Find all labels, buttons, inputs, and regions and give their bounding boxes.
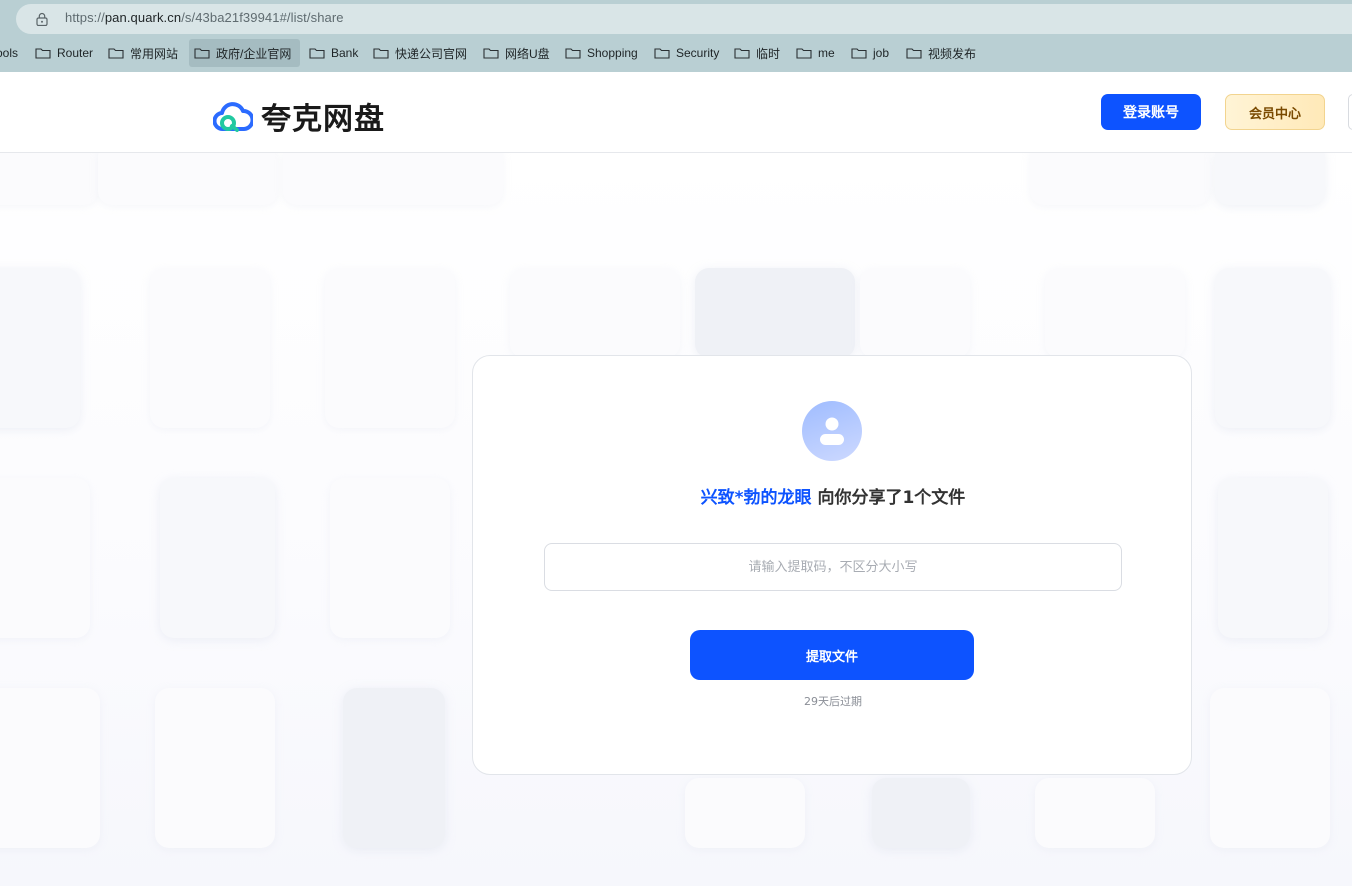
bg-tile [343, 688, 445, 848]
folder-icon [309, 48, 325, 59]
bookmark-gov-enterprise[interactable]: 政府/企业官网 [189, 39, 300, 67]
bg-tile [1035, 778, 1155, 848]
bookmark-express[interactable]: 快递公司官网 [373, 39, 467, 67]
folder-icon [194, 48, 210, 59]
bookmark-label: 临时 [756, 46, 781, 61]
bookmark-label: ools [0, 46, 19, 60]
bg-tile [155, 688, 275, 848]
bookmark-me[interactable]: me [796, 39, 835, 67]
bg-tile [160, 478, 275, 638]
share-card: 兴致*勃的龙眼 向你分享了1个文件 提取文件 29天后过期 [472, 355, 1192, 775]
bookmark-security[interactable]: Security [654, 39, 719, 67]
address-bar[interactable]: https://pan.quark.cn/s/43ba21f39941#/lis… [16, 4, 1352, 34]
vip-center-button[interactable]: 会员中心 [1225, 94, 1325, 130]
bg-tile [695, 268, 855, 358]
bookmark-netdisk[interactable]: 网络U盘 [483, 39, 550, 67]
bookmark-label: 政府/企业官网 [216, 46, 292, 61]
folder-icon [565, 48, 581, 59]
bg-tile [1210, 688, 1330, 848]
bg-tile [685, 778, 805, 848]
url-scheme: https:// [65, 10, 105, 25]
bookmark-temp[interactable]: 临时 [734, 39, 780, 67]
bg-tile [1218, 478, 1328, 638]
user-icon [820, 417, 844, 445]
bookmark-label: 常用网站 [130, 46, 179, 61]
sharer-avatar [802, 401, 862, 461]
folder-icon [35, 48, 51, 59]
bg-tile [325, 268, 455, 428]
bg-tile [150, 268, 270, 428]
extraction-code-input[interactable] [544, 543, 1122, 591]
bookmark-label: Security [676, 46, 720, 60]
header-extra-button[interactable] [1348, 94, 1352, 130]
folder-icon [483, 48, 499, 59]
bg-tile [98, 153, 278, 205]
bookmark-label: 网络U盘 [505, 46, 550, 61]
bookmark-common-sites[interactable]: 常用网站 [108, 39, 178, 67]
bookmark-video-publish[interactable]: 视频发布 [906, 39, 976, 67]
folder-icon [851, 48, 867, 59]
folder-icon [796, 48, 812, 59]
site-logo[interactable]: 夸克网盘 [213, 94, 385, 138]
bookmark-router[interactable]: Router [35, 39, 93, 67]
bookmark-label: Router [57, 46, 94, 60]
url-host: pan.quark.cn [104, 10, 182, 25]
bg-tile [510, 268, 680, 358]
bookmark-label: 视频发布 [928, 46, 977, 61]
login-button[interactable]: 登录账号 [1101, 94, 1201, 130]
site-header: 夸克网盘 登录账号 会员中心 [0, 72, 1352, 153]
bookmark-tools[interactable]: ools [0, 39, 18, 67]
bg-tile [283, 153, 503, 205]
bookmark-label: 快递公司官网 [395, 46, 468, 61]
bg-tile [330, 478, 450, 638]
bg-tile [872, 778, 970, 848]
bg-tile [860, 268, 970, 358]
lock-icon[interactable] [36, 12, 48, 26]
folder-icon [373, 48, 389, 59]
bookmark-shopping[interactable]: Shopping [565, 39, 638, 67]
bookmark-label: job [873, 46, 890, 60]
bookmark-label: Bank [331, 46, 359, 60]
browser-chrome: https://pan.quark.cn/s/43ba21f39941#/lis… [0, 0, 1352, 72]
bg-tile [1215, 153, 1325, 205]
share-text: 向你分享了1个文件 [811, 488, 966, 508]
sharer-name: 兴致*勃的龙眼 [700, 488, 812, 508]
folder-icon [734, 48, 750, 59]
folder-icon [906, 48, 922, 59]
url-path: /s/43ba21f39941#/list/share [181, 10, 344, 25]
folder-icon [108, 48, 124, 59]
bookmark-job[interactable]: job [851, 39, 889, 67]
expire-text: 29天后过期 [804, 695, 862, 708]
bookmark-label: Shopping [587, 46, 638, 60]
extract-file-button[interactable]: 提取文件 [690, 630, 974, 680]
url-text[interactable]: https://pan.quark.cn/s/43ba21f39941#/lis… [65, 10, 344, 25]
folder-icon [654, 48, 670, 59]
bg-tile [1030, 153, 1210, 205]
logo-text: 夸克网盘 [261, 102, 385, 137]
share-message: 兴致*勃的龙眼 向你分享了1个文件 [473, 483, 1193, 508]
bookmark-label: me [818, 46, 835, 60]
bookmarks-bar: ools Router 常用网站 政府/企业官网 Bank 快递公司官网 网络U… [0, 39, 1352, 67]
bg-tile [1045, 268, 1185, 358]
bg-tile [0, 478, 90, 638]
bg-tile [0, 268, 80, 428]
bg-tile [1215, 268, 1330, 428]
bg-tile [0, 153, 98, 205]
bookmark-bank[interactable]: Bank [309, 39, 358, 67]
bg-tile [0, 688, 100, 848]
quark-cloud-logo-icon [213, 102, 253, 132]
